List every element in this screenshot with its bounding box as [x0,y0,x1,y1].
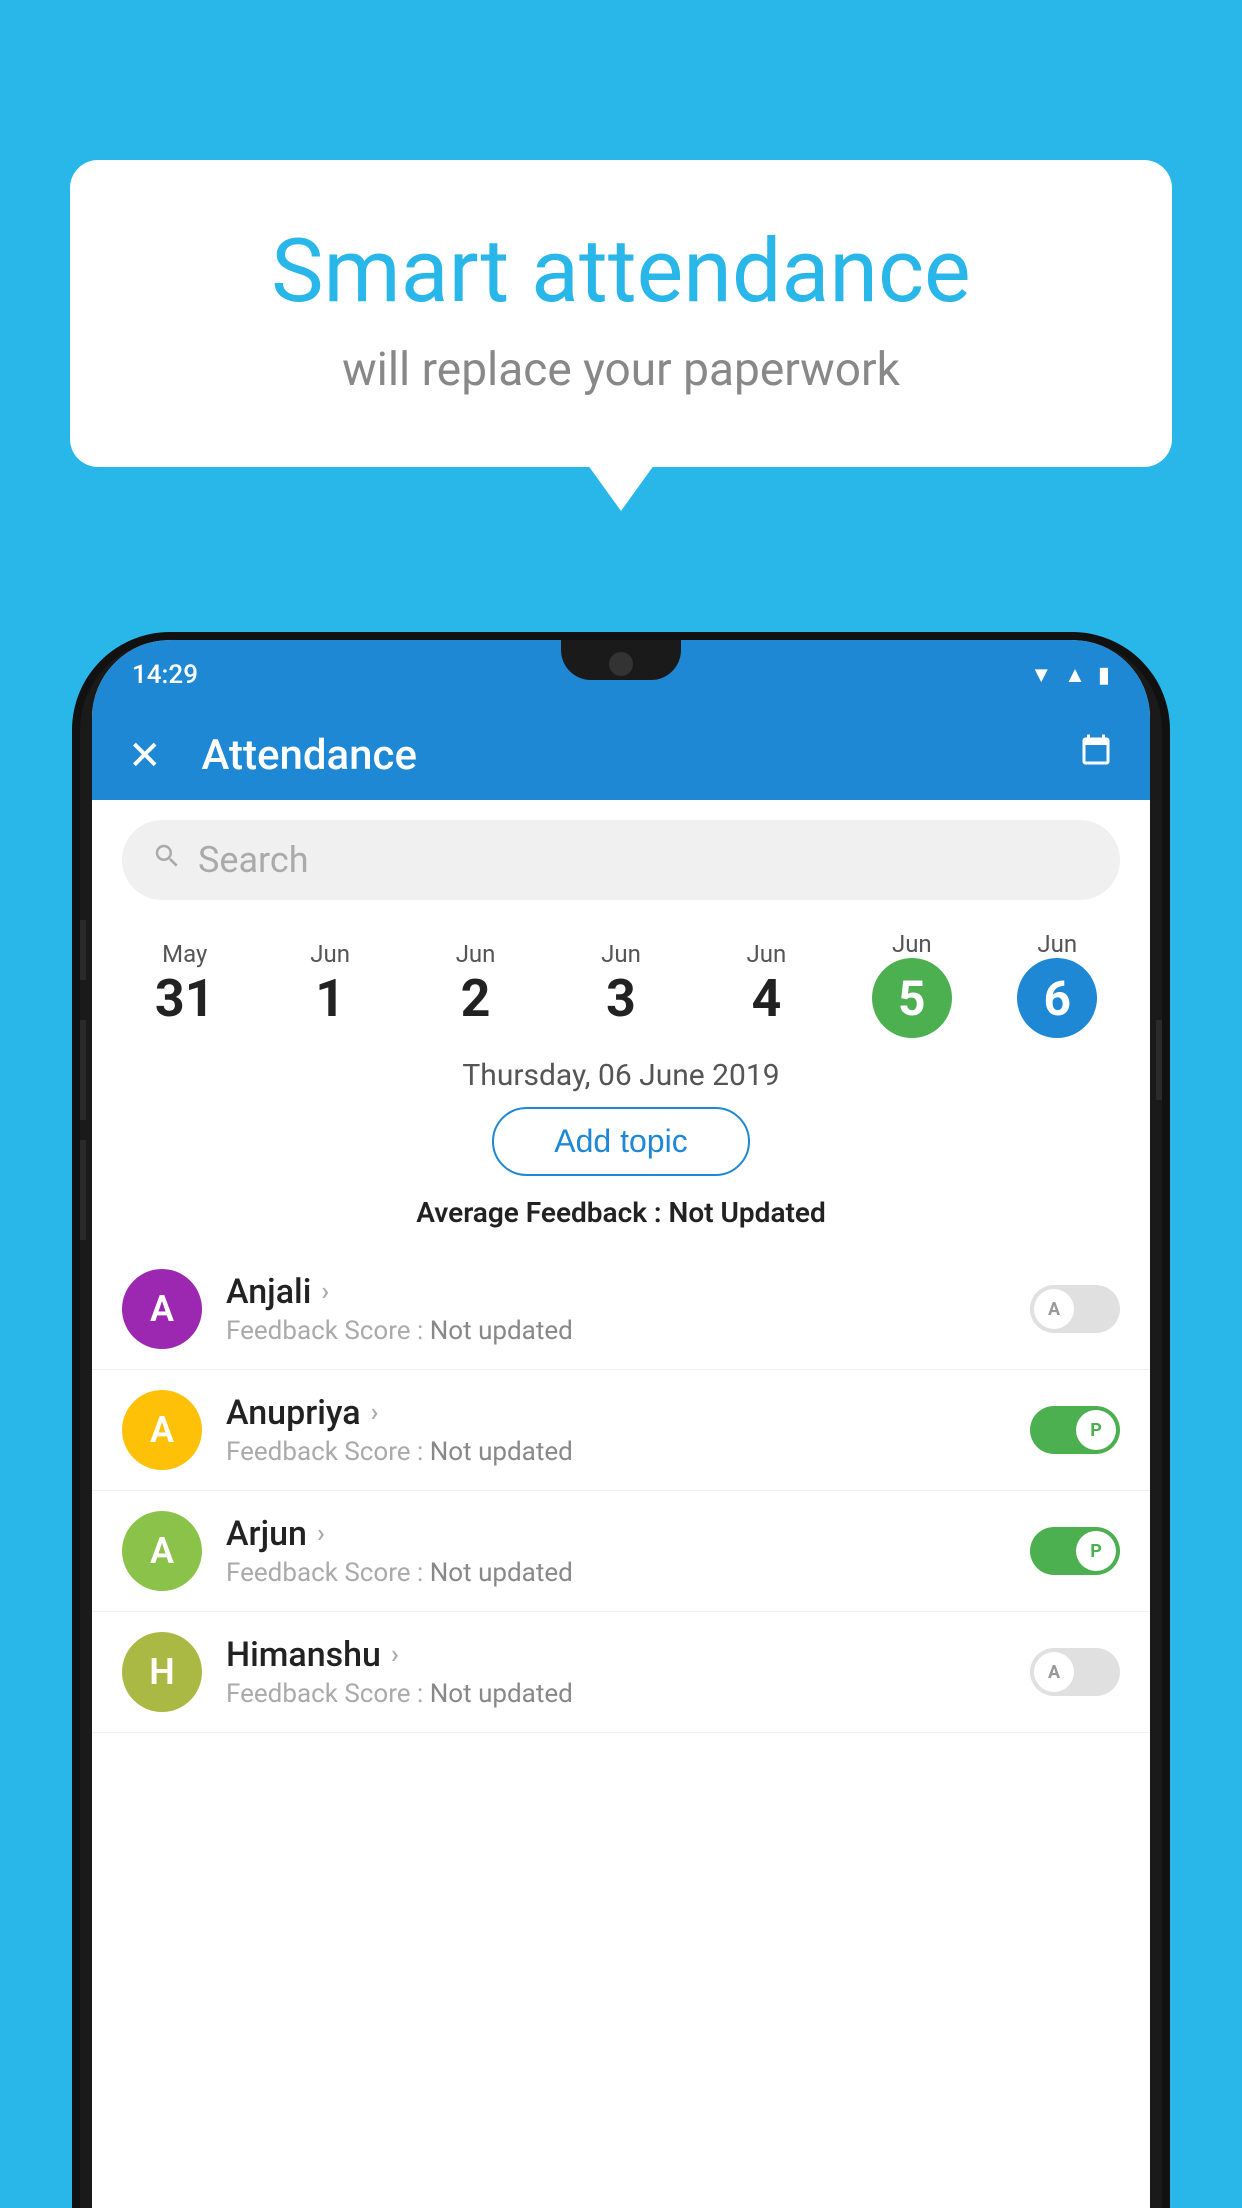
side-btn-left2 [80,1020,86,1120]
chevron-icon: › [371,1398,379,1428]
date-day: 31 [112,968,257,1029]
student-feedback: Feedback Score : Not updated [226,1316,1006,1346]
date-item[interactable]: Jun5 [839,930,984,1038]
app-title: Attendance [202,731,1078,780]
side-btn-left3 [80,1140,86,1240]
student-name[interactable]: Himanshu › [226,1635,1006,1675]
chevron-icon: › [321,1277,329,1307]
date-day: 5 [872,958,952,1038]
date-day: 6 [1017,958,1097,1038]
date-item[interactable]: Jun1 [257,940,402,1029]
toggle-on[interactable]: P [1030,1527,1120,1575]
date-item[interactable]: Jun6 [985,930,1130,1038]
speech-bubble-wrapper: Smart attendance will replace your paper… [70,160,1172,467]
wifi-icon: ▼ [1030,662,1052,688]
student-avatar: A [122,1269,202,1349]
student-name[interactable]: Anupriya › [226,1393,1006,1433]
student-item: A Anupriya › Feedback Score : Not updated P [92,1370,1150,1491]
side-btn-right [1156,1020,1162,1100]
toggle-off[interactable]: A [1030,1285,1120,1333]
student-avatar: A [122,1390,202,1470]
student-name[interactable]: Anjali › [226,1272,1006,1312]
date-item[interactable]: Jun2 [403,940,548,1029]
bubble-subtitle: will replace your paperwork [150,343,1092,397]
date-month: Jun [403,940,548,968]
student-avatar: H [122,1632,202,1712]
date-item[interactable]: May31 [112,940,257,1029]
battery-icon: ▮ [1098,663,1110,688]
toggle-off[interactable]: A [1030,1648,1120,1696]
student-info: Anupriya › Feedback Score : Not updated [226,1393,1006,1467]
date-month: Jun [548,940,693,968]
date-day: 2 [403,968,548,1029]
date-day: 3 [548,968,693,1029]
toggle-knob: A [1034,1652,1074,1692]
date-item[interactable]: Jun4 [694,940,839,1029]
date-month: Jun [257,940,402,968]
attendance-toggle[interactable]: P [1030,1406,1120,1454]
student-item: A Arjun › Feedback Score : Not updated P [92,1491,1150,1612]
toggle-knob: A [1034,1289,1074,1329]
attendance-toggle[interactable]: P [1030,1527,1120,1575]
date-day: 1 [257,968,402,1029]
toggle-on[interactable]: P [1030,1406,1120,1454]
speech-bubble: Smart attendance will replace your paper… [70,160,1172,467]
app-header: ✕ Attendance [92,710,1150,800]
student-info: Arjun › Feedback Score : Not updated [226,1514,1006,1588]
attendance-toggle[interactable]: A [1030,1285,1120,1333]
chevron-icon: › [391,1640,399,1670]
toggle-knob: P [1076,1410,1116,1450]
phone-frame: 14:29 ▼ ▲ ▮ ✕ Attendance S [80,640,1162,2208]
student-info: Himanshu › Feedback Score : Not updated [226,1635,1006,1709]
status-bar: 14:29 ▼ ▲ ▮ [92,640,1150,710]
attendance-toggle[interactable]: A [1030,1648,1120,1696]
bubble-title: Smart attendance [150,220,1092,323]
status-icons: ▼ ▲ ▮ [1030,662,1110,688]
avg-feedback-value: Not Updated [669,1196,826,1229]
search-placeholder: Search [198,839,309,881]
student-list: AAnjali ›Feedback Score : Not updatedAAA… [92,1249,1150,1733]
chevron-icon: › [317,1519,325,1549]
date-month: Jun [985,930,1130,958]
side-btn-left1 [80,920,86,980]
signal-icon: ▲ [1064,662,1086,688]
avg-feedback-label: Average Feedback : [416,1196,661,1229]
student-feedback: Feedback Score : Not updated [226,1437,1006,1467]
date-month: May [112,940,257,968]
search-bar[interactable]: Search [122,820,1120,900]
date-month: Jun [694,940,839,968]
student-item: H Himanshu › Feedback Score : Not updated A [92,1612,1150,1733]
student-feedback: Feedback Score : Not updated [226,1558,1006,1588]
date-item[interactable]: Jun3 [548,940,693,1029]
date-day: 4 [694,968,839,1029]
add-topic-button[interactable]: Add topic [492,1107,749,1176]
close-button[interactable]: ✕ [128,732,162,779]
search-icon [152,840,182,880]
date-header: Thursday, 06 June 2019 [92,1048,1150,1107]
student-feedback: Feedback Score : Not updated [226,1679,1006,1709]
phone-screen: 14:29 ▼ ▲ ▮ ✕ Attendance S [92,640,1150,2208]
student-avatar: A [122,1511,202,1591]
date-month: Jun [839,930,984,958]
student-name[interactable]: Arjun › [226,1514,1006,1554]
toggle-knob: P [1076,1531,1116,1571]
notch-camera [609,652,633,676]
notch [561,640,681,680]
student-item: A Anjali › Feedback Score : Not updated A [92,1249,1150,1370]
student-info: Anjali › Feedback Score : Not updated [226,1272,1006,1346]
avg-feedback: Average Feedback : Not Updated [92,1196,1150,1229]
calendar-icon[interactable] [1078,733,1114,778]
status-time: 14:29 [132,660,198,690]
date-strip: May31Jun1Jun2Jun3Jun4Jun5Jun6 [92,920,1150,1048]
